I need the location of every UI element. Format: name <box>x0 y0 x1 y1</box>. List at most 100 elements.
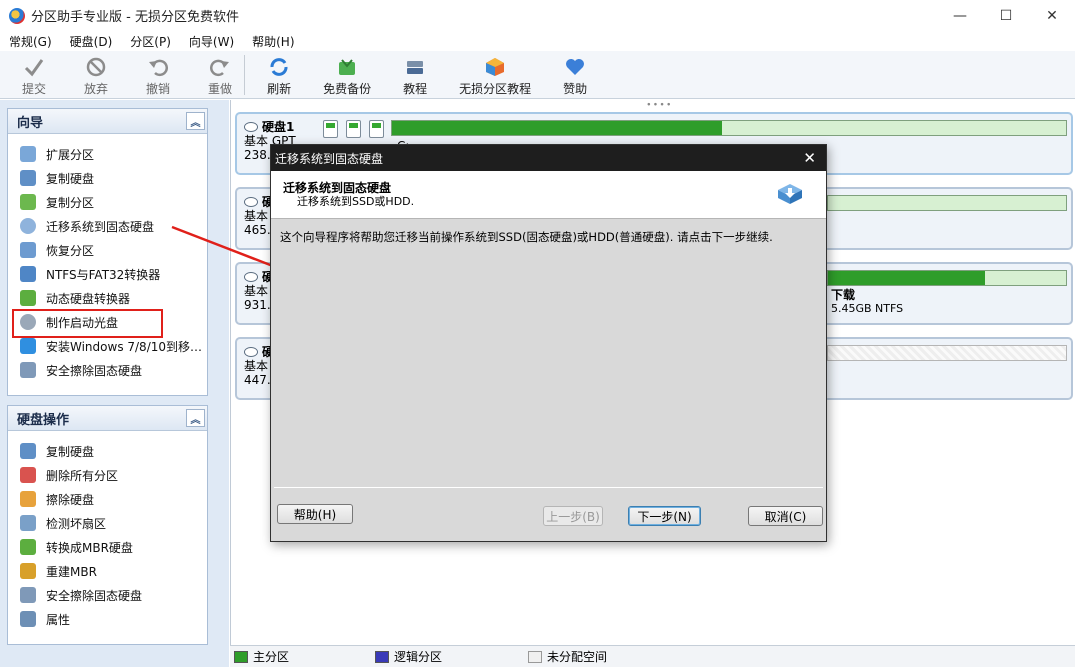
redo-icon <box>209 56 231 78</box>
copy-partition-icon <box>20 194 36 210</box>
chevron-up-icon: ︽ <box>190 414 201 426</box>
undo-icon <box>147 56 169 78</box>
disk-ops-collapse-button[interactable]: ︽ <box>186 409 205 427</box>
dialog-header-subtitle: 迁移系统到SSD或HDD. <box>297 195 415 208</box>
dialog-header: 迁移系统到固态硬盘 迁移系统到SSD或HDD. <box>271 171 826 219</box>
cube-icon <box>484 56 506 78</box>
discard-button[interactable]: 放弃 <box>84 51 108 99</box>
disk-name: 硬盘1 <box>262 120 295 134</box>
legend-primary: 主分区 <box>234 648 289 665</box>
check-icon <box>23 56 45 78</box>
redo-button[interactable]: 重做 <box>208 51 232 99</box>
menu-disk[interactable]: 硬盘(D) <box>61 33 122 50</box>
partition-tutorial-button[interactable]: 无损分区教程 <box>459 51 531 99</box>
menu-general[interactable]: 常规(G) <box>0 33 61 50</box>
legend-unallocated: 未分配空间 <box>528 648 607 665</box>
wizard-item-dynamic-disk[interactable]: 动态硬盘转换器 <box>8 286 207 310</box>
dialog-divider <box>274 487 823 488</box>
partition-block[interactable] <box>346 120 361 138</box>
partition-bar[interactable] <box>827 195 1067 211</box>
diskop-item-bad-sector[interactable]: 检测坏扇区 <box>8 511 207 535</box>
properties-icon <box>20 611 36 627</box>
diskop-item-label: 属性 <box>46 612 71 627</box>
copy-disk-icon <box>20 443 36 459</box>
app-icon <box>9 7 25 24</box>
tutorial-button[interactable]: 教程 <box>403 51 427 99</box>
diskop-item-copy-disk[interactable]: 复制硬盘 <box>8 439 207 463</box>
close-button[interactable]: ✕ <box>1029 0 1075 31</box>
partition-block[interactable] <box>323 120 338 138</box>
redo-label: 重做 <box>208 82 233 96</box>
backup-button[interactable]: 免费备份 <box>323 51 371 99</box>
cancel-button[interactable]: 取消(C) <box>748 506 823 526</box>
maximize-icon: ☐ <box>999 7 1013 24</box>
wizard-item-extend-partition[interactable]: 扩展分区 <box>8 142 207 166</box>
diskop-item-label: 擦除硬盘 <box>46 492 95 507</box>
diskop-item-secure-erase[interactable]: 安全擦除固态硬盘 <box>8 583 207 607</box>
legend-label: 主分区 <box>253 650 290 664</box>
minimize-button[interactable]: — <box>937 0 983 31</box>
wizard-item-label: 安装Windows 7/8/10到移… <box>46 339 203 354</box>
wizard-collapse-button[interactable]: ︽ <box>186 112 205 130</box>
donate-label: 赞助 <box>563 82 588 96</box>
backup-icon <box>336 56 358 78</box>
disk-ops-panel: 硬盘操作 ︽ 复制硬盘 删除所有分区 擦除硬盘 检测坏扇区 转换成MBR硬盘 重… <box>7 405 208 645</box>
legend-bar: 主分区 逻辑分区 未分配空间 <box>230 645 1075 667</box>
disk-icon <box>244 197 258 207</box>
refresh-button[interactable]: 刷新 <box>267 51 291 99</box>
diskop-item-rebuild-mbr[interactable]: 重建MBR <box>8 559 207 583</box>
dialog-title-bar: 迁移系统到固态硬盘 ✕ <box>271 145 826 171</box>
legend-logical: 逻辑分区 <box>375 648 442 665</box>
help-button[interactable]: 帮助(H) <box>277 504 353 524</box>
delete-icon <box>20 467 36 483</box>
partition-bar[interactable] <box>827 270 1067 286</box>
diskop-item-wipe-disk[interactable]: 擦除硬盘 <box>8 487 207 511</box>
menu-partition[interactable]: 分区(P) <box>121 33 180 50</box>
diskop-item-label: 删除所有分区 <box>46 468 119 483</box>
wizard-item-copy-disk[interactable]: 复制硬盘 <box>8 166 207 190</box>
diskop-item-delete-all[interactable]: 删除所有分区 <box>8 463 207 487</box>
diskop-item-label: 复制硬盘 <box>46 444 95 459</box>
splitter-handle[interactable]: ∙∙∙∙ <box>646 100 673 110</box>
menu-help[interactable]: 帮助(H) <box>243 33 303 50</box>
undo-button[interactable]: 撤销 <box>146 51 170 99</box>
toolbar-separator <box>244 55 246 95</box>
wizard-item-label: 扩展分区 <box>46 147 95 162</box>
wizard-item-label: 恢复分区 <box>46 243 95 258</box>
highlight-box <box>12 309 163 338</box>
logical-swatch <box>375 650 390 663</box>
close-icon: ✕ <box>1046 7 1058 24</box>
prev-button[interactable]: 上一步(B) <box>543 506 603 526</box>
extend-partition-icon <box>20 146 36 162</box>
diskop-item-label: 重建MBR <box>46 564 97 579</box>
undo-label: 撤销 <box>146 82 171 96</box>
wizard-item-label: 安全擦除固态硬盘 <box>46 363 143 378</box>
diskop-item-label: 安全擦除固态硬盘 <box>46 588 143 603</box>
refresh-label: 刷新 <box>267 82 292 96</box>
wizard-item-secure-erase[interactable]: 安全擦除固态硬盘 <box>8 358 207 382</box>
wizard-item-copy-partition[interactable]: 复制分区 <box>8 190 207 214</box>
diskop-item-label: 转换成MBR硬盘 <box>46 540 133 555</box>
partition-label: 下载 <box>831 288 856 302</box>
legend-label: 逻辑分区 <box>394 650 443 664</box>
secure-erase-icon <box>20 587 36 603</box>
partition-bar[interactable] <box>827 345 1067 361</box>
maximize-button[interactable]: ☐ <box>983 0 1029 31</box>
next-button[interactable]: 下一步(N) <box>628 506 701 526</box>
commit-button[interactable]: 提交 <box>22 51 46 99</box>
partition-bar[interactable] <box>391 120 1067 136</box>
wizard-panel-title: 向导 <box>17 115 44 131</box>
dialog-close-button[interactable]: ✕ <box>803 149 816 167</box>
menu-wizard[interactable]: 向导(W) <box>180 33 243 50</box>
diskop-item-convert-mbr[interactable]: 转换成MBR硬盘 <box>8 535 207 559</box>
title-bar: 分区助手专业版 - 无损分区免费软件 — ☐ ✕ <box>0 0 1075 31</box>
partition-block[interactable] <box>369 120 384 138</box>
migrate-os-icon <box>20 218 36 234</box>
windows-icon <box>20 338 36 354</box>
migrate-os-dialog: 迁移系统到固态硬盘 ✕ 迁移系统到固态硬盘 迁移系统到SSD或HDD. 这个向导… <box>270 144 827 542</box>
diskop-item-properties[interactable]: 属性 <box>8 607 207 631</box>
partition-tutorial-label: 无损分区教程 <box>459 82 532 96</box>
primary-swatch <box>234 650 248 663</box>
donate-button[interactable]: 赞助 <box>563 51 587 99</box>
unallocated-swatch <box>528 650 543 663</box>
